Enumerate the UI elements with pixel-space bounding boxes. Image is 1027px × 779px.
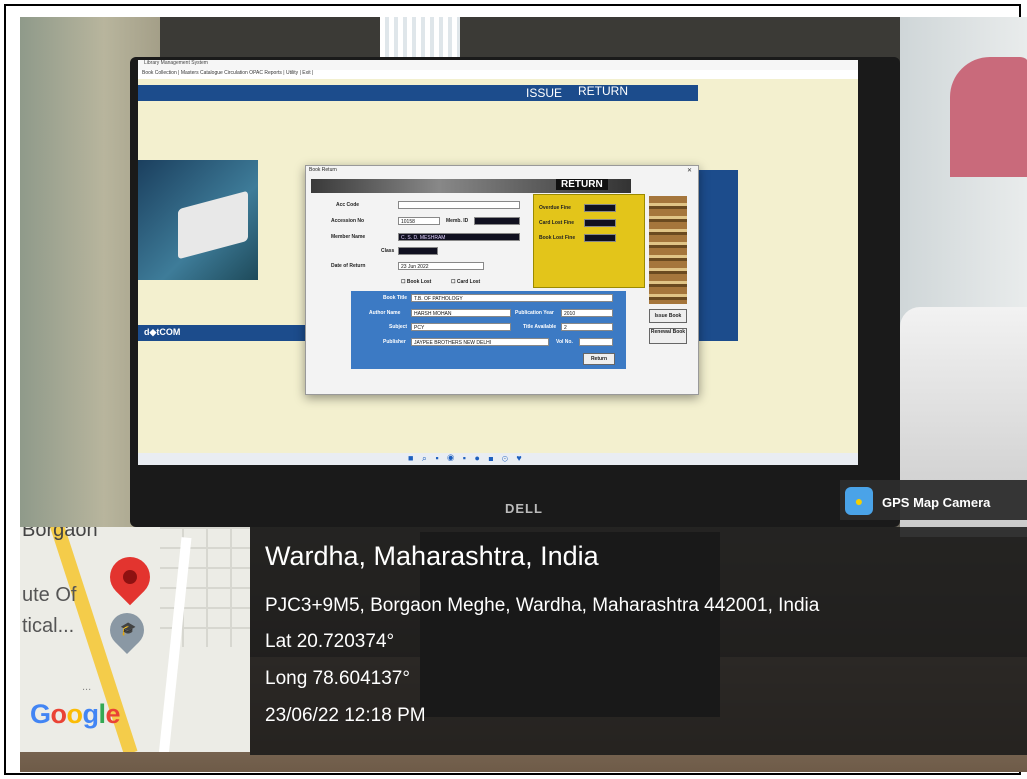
book-return-dialog: Book Return ✕ RETURN Acc Code Accession … [305, 165, 699, 395]
gps-camera-label: GPS Map Camera [882, 495, 991, 510]
fine-panel: Overdue Fine Card Lost Fine Book Lost Fi… [533, 194, 645, 288]
return-button[interactable]: Return [583, 353, 615, 365]
overdue-fine-label: Overdue Fine [539, 205, 571, 211]
person-background [950, 57, 1027, 177]
card-lost-checkbox[interactable]: ☐ Card Lost [451, 279, 480, 285]
pub-year-label: Publication Year [515, 310, 554, 316]
map-thumbnail: Borgaon ute Of tical... 🎓 ... Google [20, 527, 250, 752]
google-logo: Google [30, 699, 121, 729]
author-input[interactable]: HARSH MOHAN [411, 309, 511, 317]
dialog-heading: RETURN [556, 179, 608, 190]
subject-input[interactable]: PCY [411, 323, 511, 331]
window-blinds [380, 17, 460, 57]
brand-label: d◆tCOM [144, 327, 181, 337]
card-lost-fine-value [584, 219, 616, 227]
class-label: Class [381, 248, 395, 254]
location-longitude: Long 78.604137° [265, 668, 410, 689]
location-city: Wardha, Maharashtra, India [265, 541, 599, 571]
issue-book-button[interactable]: Issue Book [649, 309, 687, 323]
map-institute-label-1: ute Of [22, 584, 77, 606]
member-name-input[interactable]: C. S. D. MESHRAM [398, 233, 520, 241]
tab-return[interactable]: RETURN [578, 84, 628, 98]
books-image [649, 196, 687, 304]
tab-issue[interactable]: ISSUE [526, 86, 562, 100]
graduation-cap-icon: 🎓 [120, 621, 137, 636]
book-details-panel: Book Title T.B. OF PATHOLOGY Author Name… [351, 291, 626, 369]
date-return-picker[interactable]: 23 Jun 2022 [398, 262, 484, 270]
location-address: PJC3+9M5, Borgaon Meghe, Wardha, Maharas… [265, 595, 820, 616]
accession-input[interactable]: 10158 [398, 217, 440, 225]
map-dots: ... [82, 681, 92, 693]
card-lost-label: Card Lost [456, 279, 481, 285]
book-title-input[interactable]: T.B. OF PATHOLOGY [411, 294, 613, 302]
renewal-book-button[interactable]: Renewal Book [649, 328, 687, 344]
memb-id-input[interactable] [474, 217, 520, 225]
book-title-label: Book Title [383, 295, 408, 301]
location-pin-dot [123, 570, 137, 584]
app-menubar[interactable]: Book Collection | Masters Catalogue Circ… [138, 70, 858, 79]
dialog-title: Book Return [309, 167, 337, 173]
vol-input[interactable] [579, 338, 613, 346]
map-institute-label-2: tical... [22, 615, 75, 637]
close-icon[interactable]: ✕ [687, 167, 692, 174]
acc-code-select[interactable] [398, 201, 520, 209]
right-blue-panel [698, 170, 738, 340]
overdue-fine-value [584, 204, 616, 212]
title-avail-label: Title Available [523, 324, 557, 330]
map-place-label: Borgaon [22, 527, 98, 541]
book-lost-fine-label: Book Lost Fine [539, 235, 576, 241]
class-input[interactable] [398, 247, 438, 255]
taskbar-icons[interactable]: ■ ⌕ ▪ ◉ ▪ ● ◼ ⊙ ♥ [408, 453, 525, 464]
book-lost-checkbox[interactable]: ☐ Book Lost [401, 279, 431, 285]
date-return-label: Date of Return [331, 263, 366, 269]
book-lost-fine-value [584, 234, 616, 242]
title-avail-input[interactable]: 2 [561, 323, 613, 331]
window-titlebar: Library Management System [138, 60, 858, 70]
acc-code-label: Acc Code [336, 202, 360, 208]
vol-label: Vol No. [556, 339, 573, 345]
location-latitude: Lat 20.720374° [265, 631, 395, 652]
publisher-label: Publisher [383, 339, 406, 345]
location-datetime: 23/06/22 12:18 PM [265, 705, 426, 726]
author-label: Author Name [369, 310, 401, 316]
ceiling [160, 17, 900, 62]
publisher-input[interactable]: JAYPEE BROTHERS NEW DELHI [411, 338, 549, 346]
member-name-label: Member Name [331, 234, 366, 240]
memb-id-label: Memb. ID [446, 218, 469, 224]
dell-logo: DELL [505, 501, 543, 516]
subject-label: Subject [389, 324, 408, 330]
book-lost-label: Book Lost [406, 279, 432, 285]
pub-year-input[interactable]: 2010 [561, 309, 613, 317]
card-lost-fine-label: Card Lost Fine [539, 220, 575, 226]
gps-camera-icon: ● [845, 487, 873, 515]
accession-label: Accession No [331, 218, 365, 224]
